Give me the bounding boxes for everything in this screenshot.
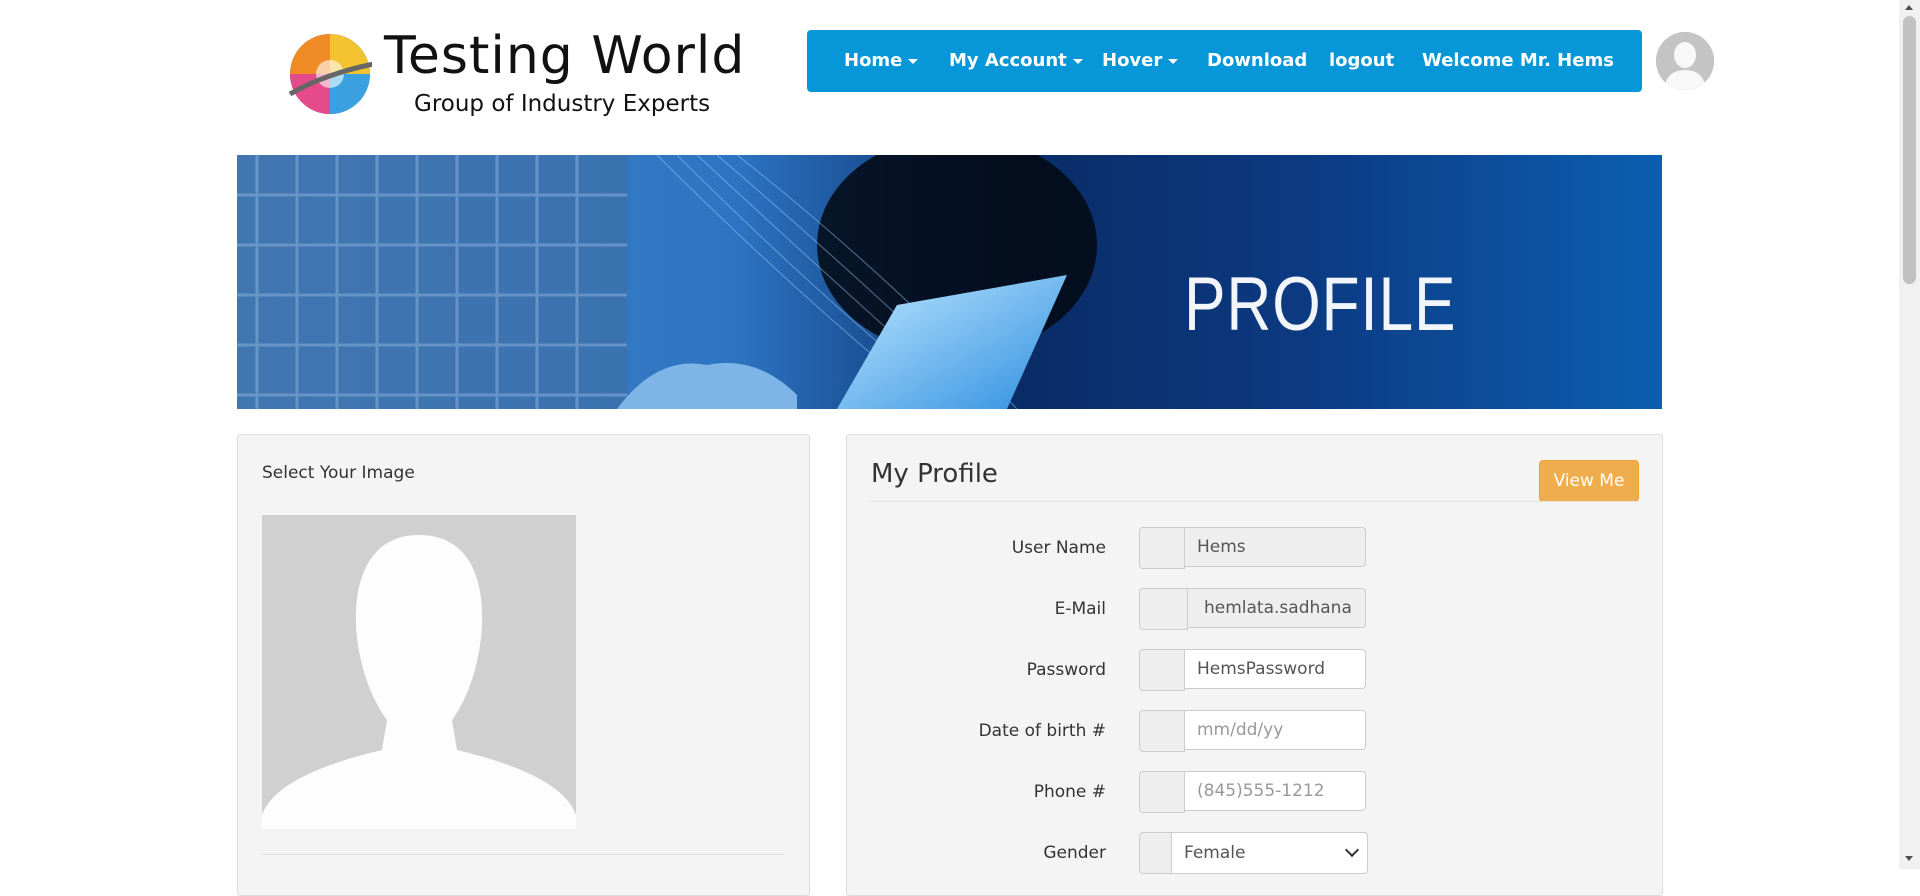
caret-down-icon xyxy=(908,58,919,64)
image-panel-title: Select Your Image xyxy=(262,463,415,483)
my-profile-panel: My Profile View Me User Name E-Mail Pass… xyxy=(846,434,1663,896)
nav-home[interactable]: Home xyxy=(844,30,919,92)
password-label: Password xyxy=(1026,660,1106,680)
profile-banner: PROFILE xyxy=(237,155,1662,409)
nav-home-label: Home xyxy=(844,50,903,71)
gender-input-group: Female xyxy=(1139,832,1368,874)
nav-hover[interactable]: Hover xyxy=(1102,30,1179,92)
nav-download-label: Download xyxy=(1207,50,1308,71)
username-field[interactable] xyxy=(1184,527,1366,567)
profile-heading: My Profile xyxy=(871,459,998,489)
dob-input-group xyxy=(1139,710,1368,752)
scroll-down-arrow-icon[interactable] xyxy=(1905,856,1913,861)
user-avatar[interactable] xyxy=(1656,32,1714,90)
username-label: User Name xyxy=(1011,538,1106,558)
caret-down-icon xyxy=(1168,58,1179,64)
dob-row: Date of birth # xyxy=(847,709,1662,753)
phone-field[interactable] xyxy=(1184,771,1366,811)
chevron-down-icon xyxy=(1344,842,1360,858)
main-navbar: Home My Account Hover Download logout We… xyxy=(807,30,1642,92)
nav-logout-label: logout xyxy=(1329,50,1395,71)
logo-title: Testing World xyxy=(384,26,746,86)
gender-addon-icon xyxy=(1139,832,1172,874)
person-silhouette-icon xyxy=(262,515,576,829)
nav-hover-label: Hover xyxy=(1102,50,1163,71)
email-input-group xyxy=(1139,588,1368,630)
page-scrollbar[interactable] xyxy=(1899,0,1920,869)
banner-title: PROFILE xyxy=(1184,262,1457,347)
scroll-up-arrow-icon[interactable] xyxy=(1905,5,1913,10)
gender-label: Gender xyxy=(1043,843,1106,863)
nav-download[interactable]: Download xyxy=(1207,30,1307,92)
scrollbar-thumb[interactable] xyxy=(1903,16,1916,284)
user-silhouette-icon xyxy=(1656,32,1714,90)
nav-welcome[interactable]: Welcome Mr. Hems xyxy=(1422,30,1614,92)
phone-input-group xyxy=(1139,771,1368,813)
logo-subtitle: Group of Industry Experts xyxy=(414,91,711,117)
email-field[interactable] xyxy=(1187,588,1366,628)
nav-my-account-label: My Account xyxy=(949,50,1067,71)
dob-field[interactable] xyxy=(1184,710,1366,750)
email-row: E-Mail xyxy=(847,587,1662,631)
divider xyxy=(262,854,784,855)
view-me-button[interactable]: View Me xyxy=(1539,460,1639,502)
gender-select[interactable]: Female xyxy=(1171,832,1368,874)
divider xyxy=(871,501,1637,502)
nav-logout[interactable]: logout xyxy=(1329,30,1394,92)
profile-image-placeholder[interactable] xyxy=(262,515,576,829)
calendar-icon xyxy=(1139,710,1185,752)
email-label: E-Mail xyxy=(1054,599,1106,619)
image-panel: Select Your Image xyxy=(237,434,810,896)
password-row: Password xyxy=(847,648,1662,692)
password-input-group xyxy=(1139,649,1368,691)
envelope-icon xyxy=(1139,588,1188,630)
user-icon xyxy=(1139,527,1185,569)
nav-welcome-label: Welcome Mr. Hems xyxy=(1422,50,1614,71)
globe-logo-icon xyxy=(288,34,372,114)
phone-row: Phone # xyxy=(847,770,1662,814)
username-input-group xyxy=(1139,527,1368,569)
username-row: User Name xyxy=(847,526,1662,570)
site-logo[interactable]: Testing World Group of Industry Experts xyxy=(286,28,744,120)
password-field[interactable] xyxy=(1184,649,1366,689)
phone-icon xyxy=(1139,771,1185,813)
phone-label: Phone # xyxy=(1033,782,1106,802)
gender-row: Gender Female xyxy=(847,831,1662,875)
dob-label: Date of birth # xyxy=(978,721,1106,741)
nav-my-account[interactable]: My Account xyxy=(949,30,1083,92)
gender-select-value: Female xyxy=(1184,843,1246,863)
lock-icon xyxy=(1139,649,1185,691)
caret-down-icon xyxy=(1072,58,1083,64)
